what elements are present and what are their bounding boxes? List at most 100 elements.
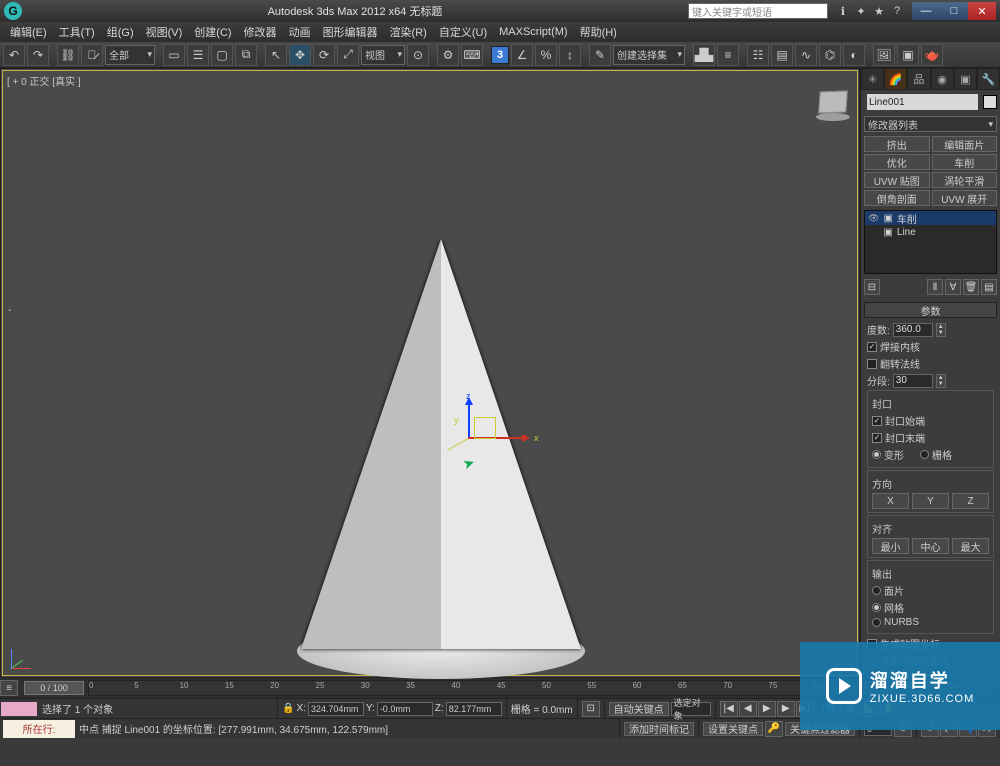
- nurbs-radio[interactable]: [872, 618, 881, 627]
- align-min-button[interactable]: 最小: [872, 538, 909, 554]
- menu-group[interactable]: 组(G): [101, 24, 140, 40]
- keymode-dropdown[interactable]: 选定对象: [671, 702, 711, 716]
- script-tab[interactable]: [1, 702, 37, 716]
- info-icon[interactable]: ℹ: [836, 4, 850, 18]
- mod-bevelprofile-button[interactable]: 倒角剖面: [864, 190, 930, 206]
- rollout-params[interactable]: -参数: [864, 302, 997, 318]
- expand-icon[interactable]: ▣: [883, 213, 892, 224]
- weld-core-checkbox[interactable]: ✓: [867, 342, 877, 352]
- mesh-radio[interactable]: [872, 603, 881, 612]
- undo-icon[interactable]: ↶: [3, 44, 25, 66]
- prev-frame-icon[interactable]: ◀: [739, 701, 757, 717]
- link-icon[interactable]: ⛓: [57, 44, 79, 66]
- timeline-expand-icon[interactable]: ≡: [0, 680, 18, 696]
- snap-toggle[interactable]: 3: [491, 46, 509, 64]
- dir-x-button[interactable]: X: [872, 493, 909, 509]
- add-time-tag-button[interactable]: 添加时间标记: [624, 722, 694, 736]
- patch-radio[interactable]: [872, 586, 881, 595]
- selection-filter-dropdown[interactable]: 全部: [105, 45, 155, 65]
- percent-snap-icon[interactable]: %: [535, 44, 557, 66]
- unlink-icon[interactable]: ⛓̷: [81, 44, 103, 66]
- morph-radio[interactable]: [872, 450, 881, 459]
- segments-input[interactable]: 30: [893, 374, 933, 388]
- comm-icon[interactable]: ✦: [854, 4, 868, 18]
- cursor-icon[interactable]: ↖: [265, 44, 287, 66]
- move-icon[interactable]: ✥: [289, 44, 311, 66]
- flip-normals-checkbox[interactable]: [867, 359, 877, 369]
- menu-tools[interactable]: 工具(T): [53, 24, 101, 40]
- pin-stack-icon[interactable]: ⊟: [864, 279, 880, 295]
- manip-icon[interactable]: ⚙: [437, 44, 459, 66]
- align-icon[interactable]: ≡: [717, 44, 739, 66]
- degrees-spinner[interactable]: ▲▼: [936, 323, 946, 337]
- pivot-icon[interactable]: ⊙: [407, 44, 429, 66]
- visibility-icon[interactable]: 👁: [868, 213, 879, 224]
- degrees-input[interactable]: 360.0: [893, 323, 933, 337]
- mirror-icon[interactable]: ▟▙: [693, 44, 715, 66]
- window-maximize[interactable]: □: [940, 2, 968, 20]
- window-cross-icon[interactable]: ⧉: [235, 44, 257, 66]
- mod-uvwmap-button[interactable]: UVW 贴图: [864, 172, 930, 188]
- stack-item-lathe[interactable]: 👁 ▣ 车削: [865, 211, 996, 225]
- show-end-icon[interactable]: Ⅱ: [927, 279, 943, 295]
- align-max-button[interactable]: 最大: [952, 538, 989, 554]
- setkey-button[interactable]: 设置关键点: [703, 722, 763, 736]
- modifier-stack[interactable]: 👁 ▣ 车削 👁 ▣ Line: [864, 210, 997, 274]
- config-icon[interactable]: ▤: [981, 279, 997, 295]
- segments-spinner[interactable]: ▲▼: [936, 374, 946, 388]
- select-name-icon[interactable]: ☰: [187, 44, 209, 66]
- z-coord-input[interactable]: 82.177mm: [446, 702, 502, 716]
- dir-y-button[interactable]: Y: [912, 493, 949, 509]
- menu-customize[interactable]: 自定义(U): [433, 24, 493, 40]
- listener-tab[interactable]: 所在行:: [3, 720, 75, 738]
- render-icon[interactable]: 🫖: [921, 44, 943, 66]
- mod-extrude-button[interactable]: 挤出: [864, 136, 930, 152]
- x-coord-input[interactable]: 324.704mm: [308, 702, 364, 716]
- object-name-input[interactable]: Line001: [867, 94, 978, 110]
- layer-icon[interactable]: ☷: [747, 44, 769, 66]
- grid-radio[interactable]: [920, 450, 929, 459]
- play-icon[interactable]: ▶: [758, 701, 776, 717]
- viewport-label[interactable]: [ + 0 正交 [真实 ]: [7, 73, 81, 88]
- cap-start-checkbox[interactable]: ✓: [872, 416, 882, 426]
- rotate-icon[interactable]: ⟳: [313, 44, 335, 66]
- help-icon[interactable]: ?: [890, 4, 904, 18]
- star-icon[interactable]: ★: [872, 4, 886, 18]
- tab-modify-icon[interactable]: 🌈: [884, 68, 907, 90]
- object-color-swatch[interactable]: [983, 95, 997, 109]
- isolate-icon[interactable]: ⊡: [582, 701, 600, 717]
- window-minimize[interactable]: —: [912, 2, 940, 20]
- redo-icon[interactable]: ↷: [27, 44, 49, 66]
- expand-icon[interactable]: ▣: [883, 227, 892, 238]
- mod-editpatch-button[interactable]: 编辑面片: [932, 136, 998, 152]
- spinner-snap-icon[interactable]: ↕: [559, 44, 581, 66]
- curve-editor-icon[interactable]: ∿: [795, 44, 817, 66]
- dir-z-button[interactable]: Z: [952, 493, 989, 509]
- remove-icon[interactable]: 🗑: [963, 279, 979, 295]
- named-selection-dropdown[interactable]: 创建选择集: [613, 45, 685, 65]
- tab-hierarchy-icon[interactable]: 品: [907, 68, 930, 90]
- tab-display-icon[interactable]: ▣: [954, 68, 977, 90]
- scale-icon[interactable]: ⤢: [337, 44, 359, 66]
- mod-turbosmooth-button[interactable]: 涡轮平滑: [932, 172, 998, 188]
- align-center-button[interactable]: 中心: [912, 538, 949, 554]
- tab-utilities-icon[interactable]: 🔧: [977, 68, 1000, 90]
- menu-views[interactable]: 视图(V): [140, 24, 189, 40]
- render-setup-icon[interactable]: 🖼: [873, 44, 895, 66]
- menu-animation[interactable]: 动画: [283, 24, 317, 40]
- editnamed-icon[interactable]: ✎: [589, 44, 611, 66]
- ref-coord-dropdown[interactable]: 视图: [361, 45, 405, 65]
- menu-maxscript[interactable]: MAXScript(M): [493, 26, 573, 38]
- tab-create-icon[interactable]: ✳: [861, 68, 884, 90]
- window-close[interactable]: ✕: [968, 2, 996, 20]
- menu-graph[interactable]: 图形编辑器: [317, 24, 384, 40]
- menu-render[interactable]: 渲染(R): [384, 24, 433, 40]
- angle-snap-icon[interactable]: ∠: [511, 44, 533, 66]
- next-frame-icon[interactable]: ▶: [777, 701, 795, 717]
- goto-start-icon[interactable]: |◀: [720, 701, 738, 717]
- y-coord-input[interactable]: -0.0mm: [377, 702, 433, 716]
- unique-icon[interactable]: ∀: [945, 279, 961, 295]
- render-frame-icon[interactable]: ▣: [897, 44, 919, 66]
- stack-item-line[interactable]: 👁 ▣ Line: [865, 225, 996, 239]
- lock-icon[interactable]: 🔒: [282, 703, 294, 714]
